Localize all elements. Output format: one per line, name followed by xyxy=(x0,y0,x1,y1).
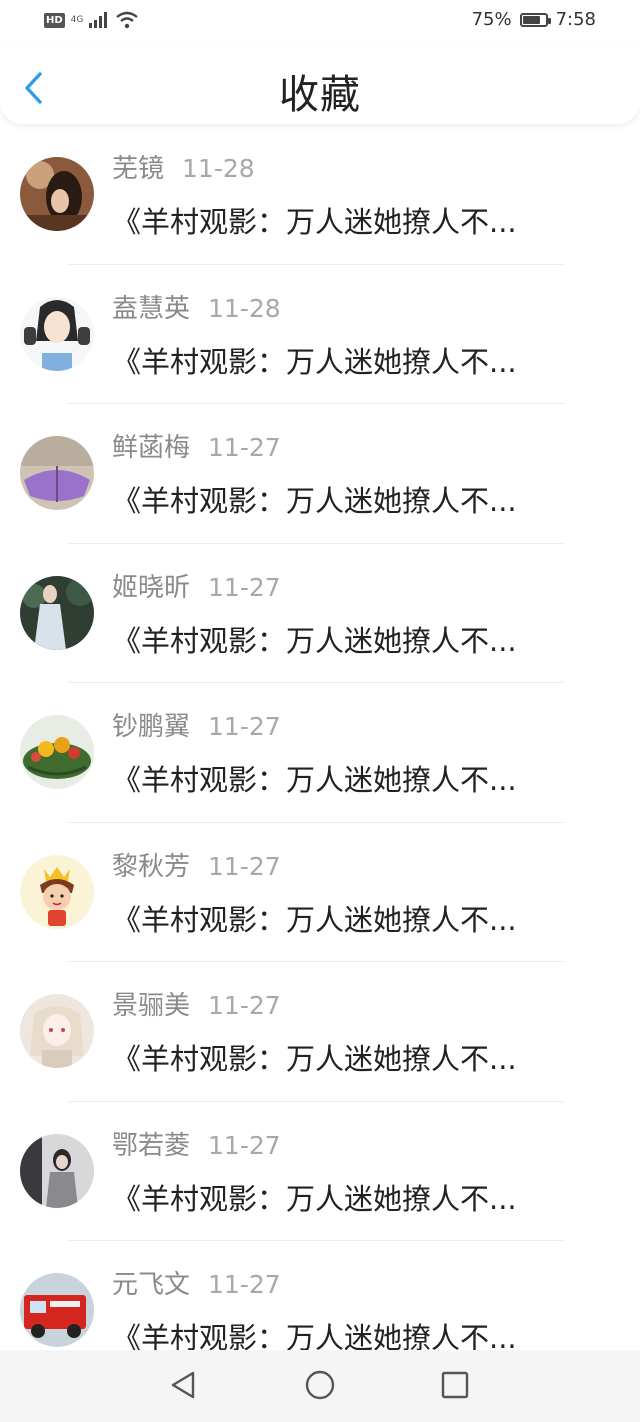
item-date: 11-28 xyxy=(208,293,281,323)
wifi-icon xyxy=(116,11,139,29)
circle-home-icon xyxy=(305,1370,335,1400)
author-name: 黎秋芳 xyxy=(112,851,191,882)
item-date: 11-27 xyxy=(208,851,281,881)
item-meta: 元飞文 11-27 xyxy=(112,1268,281,1302)
item-date: 11-27 xyxy=(208,572,281,602)
avatar xyxy=(20,994,94,1068)
list-item[interactable]: 姬晓昕 11-27 《羊村观影：万人迷她撩人不... xyxy=(0,544,640,683)
author-name: 盍慧英 xyxy=(112,293,191,324)
avatar xyxy=(20,436,94,510)
battery-fill xyxy=(522,15,540,24)
item-meta: 黎秋芳 11-27 xyxy=(112,850,281,884)
nav-header: 收藏 xyxy=(0,44,640,124)
item-meta: 钞鹏翼 11-27 xyxy=(112,710,281,744)
author-name: 姬晓昕 xyxy=(112,572,191,603)
item-date: 11-27 xyxy=(208,1130,281,1160)
square-recents-icon xyxy=(441,1371,469,1399)
status-bar: HD 4G 75% 7:58 xyxy=(0,0,640,44)
item-title: 《羊村观影：万人迷她撩人不... xyxy=(112,623,517,658)
item-title: 《羊村观影：万人迷她撩人不... xyxy=(112,205,517,239)
status-left: HD 4G xyxy=(44,11,139,29)
author-name: 鄂若菱 xyxy=(112,1130,191,1161)
list-item[interactable]: 芜镜 11-28 《羊村观影：万人迷她撩人不... xyxy=(0,125,640,265)
item-date: 11-27 xyxy=(208,1270,281,1299)
signal-icon xyxy=(89,12,108,28)
avatar xyxy=(20,296,94,371)
item-date: 11-28 xyxy=(182,154,255,183)
item-title: 《羊村观影：万人迷她撩人不... xyxy=(112,484,517,518)
list-item[interactable]: 景骊美 11-27 《羊村观影：万人迷她撩人不... xyxy=(0,962,640,1102)
system-back-button[interactable] xyxy=(166,1368,200,1402)
item-date: 11-27 xyxy=(208,433,281,462)
item-title: 《羊村观影：万人迷她撩人不... xyxy=(112,1181,517,1216)
list-item[interactable]: 盍慧英 11-28 《羊村观影：万人迷她撩人不... xyxy=(0,265,640,404)
item-title: 《羊村观影：万人迷她撩人不... xyxy=(112,763,517,797)
list-item[interactable]: 鄂若菱 11-27 《羊村观影：万人迷她撩人不... xyxy=(0,1102,640,1241)
author-name: 元飞文 xyxy=(112,1270,191,1300)
author-name: 鲜菡梅 xyxy=(112,433,191,463)
system-home-button[interactable] xyxy=(303,1368,337,1402)
item-title: 《羊村观影：万人迷她撩人不... xyxy=(112,344,517,379)
battery-icon xyxy=(519,12,551,27)
list-item[interactable]: 鲜菡梅 11-27 《羊村观影：万人迷她撩人不... xyxy=(0,404,640,544)
item-meta: 鄂若菱 11-27 xyxy=(112,1129,281,1163)
avatar xyxy=(20,157,94,231)
author-name: 钞鹏翼 xyxy=(112,712,191,742)
author-name: 芜镜 xyxy=(112,154,165,184)
clock: 7:58 xyxy=(555,9,596,30)
favorites-list: 芜镜 11-28 《羊村观影：万人迷她撩人不... 盍慧英 11-28 《羊村观影：… xyxy=(0,125,640,1381)
list-item[interactable]: 钞鹏翼 11-27 《羊村观影：万人迷她撩人不... xyxy=(0,683,640,823)
item-meta: 盍慧英 11-28 xyxy=(112,292,281,326)
status-right: 75% 7:58 xyxy=(472,9,596,30)
item-meta: 鲜菡梅 11-27 xyxy=(112,431,281,465)
hd-badge: HD xyxy=(44,12,65,28)
item-meta: 芜镜 11-28 xyxy=(112,152,255,186)
item-meta: 姬晓昕 11-27 xyxy=(112,571,281,605)
network-type: 4G xyxy=(70,14,84,25)
item-title: 《羊村观影：万人迷她撩人不... xyxy=(112,902,517,937)
system-recents-button[interactable] xyxy=(438,1368,472,1402)
item-date: 11-27 xyxy=(208,991,281,1020)
page-title: 收藏 xyxy=(279,72,361,118)
item-date: 11-27 xyxy=(208,712,281,741)
list-item[interactable]: 黎秋芳 11-27 《羊村观影：万人迷她撩人不... xyxy=(0,823,640,962)
author-name: 景骊美 xyxy=(112,991,191,1021)
triangle-back-icon xyxy=(171,1371,195,1399)
avatar xyxy=(20,1133,94,1208)
avatar xyxy=(20,715,94,789)
avatar xyxy=(20,1273,94,1347)
avatar xyxy=(20,575,94,650)
battery-percent: 75% xyxy=(471,9,512,30)
avatar xyxy=(20,854,94,929)
item-meta: 景骊美 11-27 xyxy=(112,989,281,1023)
item-title: 《羊村观影：万人迷她撩人不... xyxy=(112,1042,517,1076)
system-nav-bar xyxy=(0,1350,640,1422)
